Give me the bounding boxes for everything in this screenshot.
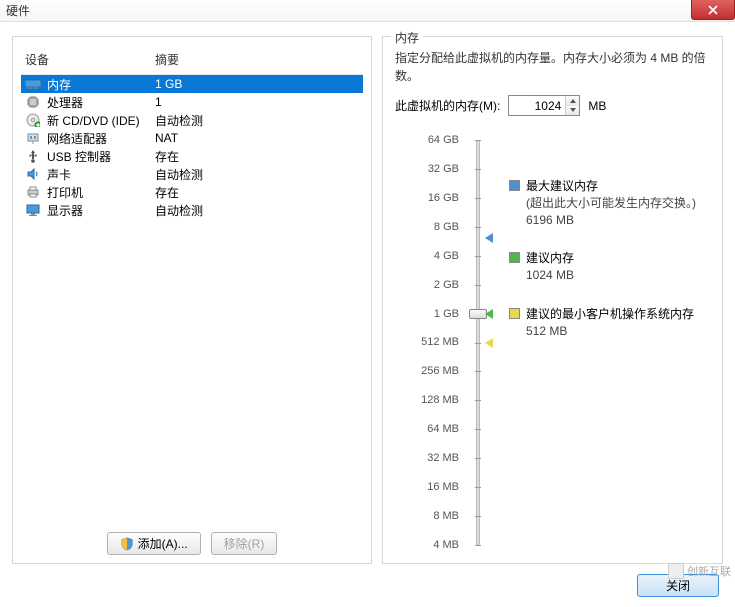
display-icon [25,202,41,218]
cpu-icon [25,94,41,110]
memory-tick: 2 GB [434,275,459,295]
header-summary: 摘要 [155,51,359,68]
network-icon [25,130,41,146]
add-button-label: 添加(A)... [138,535,188,552]
memory-tick: 64 MB [427,419,459,439]
memory-tick-labels: 64 GB 32 GB 16 GB 8 GB 4 GB 2 GB 1 GB 512 MB 256… [411,130,465,555]
legend-max-sub1: (超出此大小可能发生内存交换。) [526,195,696,212]
memory-tick: 8 GB [434,217,459,237]
device-row[interactable]: 打印机存在 [21,183,363,201]
legend-rec-title: 建议内存 [526,250,574,267]
usb-icon [25,148,41,164]
close-button[interactable]: 关闭 [637,574,719,597]
device-summary: 存在 [155,148,359,165]
legend-rec: 建议内存 1024 MB [509,250,714,284]
memory-tick: 16 GB [428,188,459,208]
memory-tick: 128 MB [421,390,459,410]
device-name: USB 控制器 [47,148,155,165]
memory-tick: 256 MB [421,361,459,381]
device-name: 打印机 [47,184,155,201]
legend-max: 最大建议内存 (超出此大小可能发生内存交换。) 6196 MB [509,178,714,228]
memory-panel: 内存 指定分配给此虚拟机的内存量。内存大小必须为 4 MB 的倍数。 此虚拟机的… [382,36,723,564]
memory-tick: 4 MB [433,535,459,555]
titlebar: 硬件 [0,0,735,22]
cd-icon [25,112,41,128]
memory-spin-up[interactable] [566,96,579,106]
window-title: 硬件 [6,2,30,19]
memory-slider[interactable] [465,130,491,555]
memory-icon [25,76,41,92]
memory-tick: 16 MB [427,477,459,497]
device-summary: 存在 [155,184,359,201]
memory-tick: 32 MB [427,448,459,468]
legend-rec-sub1: 1024 MB [526,267,574,284]
printer-icon [25,184,41,200]
device-summary: 自动检测 [155,112,359,129]
legend-guest-title: 建议的最小客户机操作系统内存 [526,306,694,323]
sound-icon [25,166,41,182]
device-name: 新 CD/DVD (IDE) [47,112,155,129]
device-row[interactable]: 新 CD/DVD (IDE)自动检测 [21,111,363,129]
device-list-header: 设备 摘要 [21,47,363,75]
legend-max-swatch [509,180,520,191]
memory-unit: MB [588,99,606,113]
device-row[interactable]: 声卡自动检测 [21,165,363,183]
legend-guest-sub1: 512 MB [526,323,694,340]
memory-group-label: 内存 [391,29,423,46]
memory-tick: 32 GB [428,159,459,179]
marker-max [485,233,493,243]
device-summary: 1 GB [155,77,359,91]
memory-tick: 64 GB [428,130,459,150]
device-row[interactable]: 处理器1 [21,93,363,111]
device-row[interactable]: 内存1 GB [21,75,363,93]
device-summary: 自动检测 [155,202,359,219]
memory-tick: 8 MB [433,506,459,526]
memory-input[interactable] [509,96,565,115]
close-icon [708,5,718,15]
device-summary: 1 [155,95,359,109]
device-name: 内存 [47,76,155,93]
legend-rec-swatch [509,252,520,263]
legend-guest-swatch [509,308,520,319]
device-row[interactable]: 网络适配器NAT [21,129,363,147]
remove-button-label: 移除(R) [224,535,265,552]
memory-description: 指定分配给此虚拟机的内存量。内存大小必须为 4 MB 的倍数。 [391,47,714,95]
window-close-button[interactable] [691,0,735,20]
header-device: 设备 [25,51,155,68]
memory-tick: 512 MB [421,332,459,352]
shield-icon [120,537,134,551]
marker-rec [485,309,493,319]
remove-button[interactable]: 移除(R) [211,532,278,555]
legend-max-sub2: 6196 MB [526,212,696,229]
device-list[interactable]: 内存1 GB处理器1新 CD/DVD (IDE)自动检测网络适配器NATUSB … [21,75,363,526]
marker-guest [485,338,493,348]
legend-max-title: 最大建议内存 [526,178,696,195]
memory-spinner[interactable] [508,95,580,116]
memory-tick: 4 GB [434,246,459,266]
device-name: 网络适配器 [47,130,155,147]
memory-input-label: 此虚拟机的内存(M): [395,97,500,114]
device-panel: 设备 摘要 内存1 GB处理器1新 CD/DVD (IDE)自动检测网络适配器N… [12,36,372,564]
device-name: 处理器 [47,94,155,111]
device-summary: NAT [155,131,359,145]
device-name: 显示器 [47,202,155,219]
device-summary: 自动检测 [155,166,359,183]
add-button[interactable]: 添加(A)... [107,532,201,555]
memory-tick: 1 GB [434,304,459,324]
device-row[interactable]: 显示器自动检测 [21,201,363,219]
legend-guest: 建议的最小客户机操作系统内存 512 MB [509,306,714,340]
memory-spin-down[interactable] [566,106,579,116]
device-row[interactable]: USB 控制器存在 [21,147,363,165]
device-name: 声卡 [47,166,155,183]
